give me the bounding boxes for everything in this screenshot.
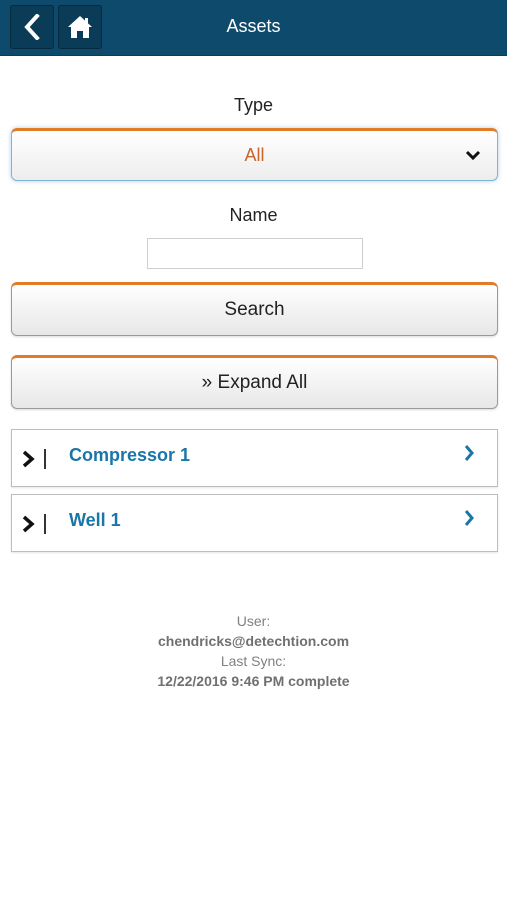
chevron-down-icon <box>465 150 481 161</box>
type-label: Type <box>233 95 274 115</box>
name-label: Name <box>229 205 278 225</box>
chevron-right-icon[interactable] <box>463 444 475 462</box>
search-button[interactable]: Search <box>11 282 498 336</box>
asset-label[interactable]: Compressor 1 <box>69 445 190 466</box>
row-divider <box>44 514 46 534</box>
page-title: Assets <box>226 16 281 36</box>
sync-info: User: chendricks@detechtion.com Last Syn… <box>0 611 507 691</box>
user-value: chendricks@detechtion.com <box>157 633 350 649</box>
chevron-right-icon[interactable] <box>463 509 475 527</box>
expand-all-button[interactable]: » Expand All <box>11 355 498 409</box>
last-sync-label: Last Sync: <box>220 653 287 669</box>
name-input[interactable] <box>147 238 363 269</box>
last-sync-value: 12/22/2016 9:46 PM complete <box>157 673 350 689</box>
asset-row-compressor-1[interactable]: Compressor 1 <box>11 429 498 487</box>
asset-label[interactable]: Well 1 <box>69 510 121 531</box>
chevron-right-icon <box>22 450 35 468</box>
type-select[interactable]: All <box>11 128 498 181</box>
row-divider <box>44 449 46 469</box>
chevron-right-icon <box>22 515 35 533</box>
asset-row-well-1[interactable]: Well 1 <box>11 494 498 552</box>
expand-toggle[interactable] <box>21 448 43 470</box>
user-label: User: <box>236 613 271 629</box>
type-select-value: All <box>244 145 265 165</box>
expand-toggle[interactable] <box>21 513 43 535</box>
app-header: Assets <box>0 0 507 56</box>
